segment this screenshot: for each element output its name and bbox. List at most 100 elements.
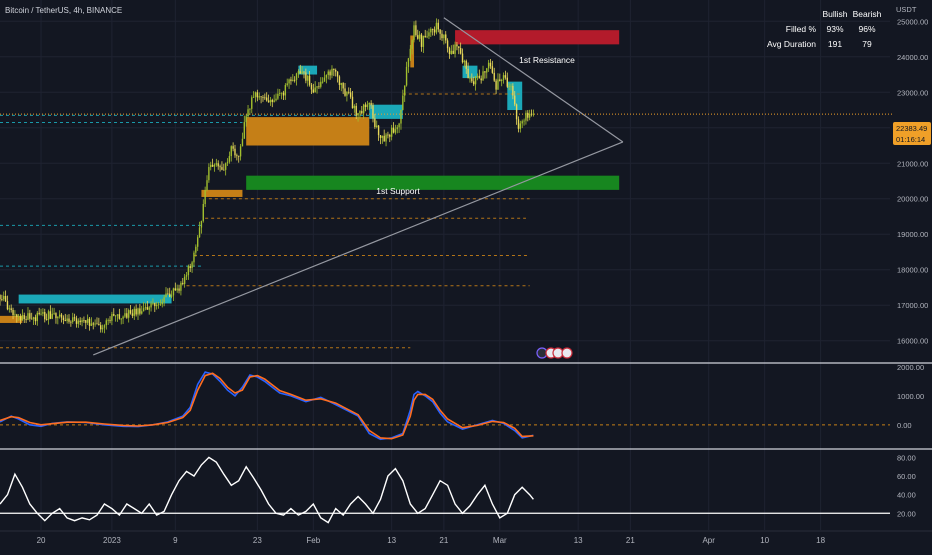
candle-body (118, 314, 121, 319)
candle-body (508, 86, 510, 87)
candle-body (448, 48, 451, 55)
candle-body (176, 288, 178, 291)
bearish-fvg-box (369, 104, 403, 119)
flag-icon[interactable] (561, 347, 573, 359)
candle-body (473, 81, 475, 85)
candle-body (260, 96, 262, 98)
candle-body (167, 293, 169, 295)
candle-body (1, 299, 3, 300)
candle-body (459, 47, 462, 54)
candle-body (349, 92, 352, 97)
candle-body (23, 315, 25, 320)
x-tick-label: Feb (306, 536, 320, 545)
candle-body (338, 76, 341, 85)
candle-body (55, 313, 57, 319)
candle-body (79, 320, 81, 323)
candle-body (277, 93, 279, 99)
candle-body (34, 317, 37, 322)
stats-cell: 93% (826, 24, 843, 34)
candle-body (163, 297, 165, 302)
candle-body (111, 314, 113, 321)
chart-title: Bitcoin / TetherUS, 4h, BINANCE (5, 6, 122, 15)
stats-cell: 79 (862, 39, 872, 49)
candle-body (137, 308, 139, 315)
candle-body (32, 317, 35, 320)
candle-body (159, 304, 162, 306)
candle-body (142, 308, 145, 312)
candle-body (431, 28, 434, 30)
candle-body (519, 123, 522, 129)
candle-body (223, 169, 225, 171)
candle-body (407, 58, 410, 67)
y-tick-label: 16000.00 (897, 337, 928, 346)
candle-body (232, 146, 234, 149)
oscillator-pane[interactable] (0, 456, 890, 524)
candle-body (66, 318, 68, 321)
price-tag-countdown: 01:16:14 (896, 135, 925, 144)
x-tick-label: 18 (816, 536, 825, 545)
candle-body (262, 97, 264, 98)
candle-body (8, 308, 11, 310)
candle-body (243, 122, 246, 139)
candle-body (499, 79, 501, 81)
price-axis[interactable]: 25000.0024000.0023000.0022000.0021000.00… (897, 17, 928, 518)
price-tag-value: 22383.49 (896, 124, 927, 133)
candle-body (366, 104, 369, 108)
candle-body (476, 75, 479, 77)
candle-body (307, 75, 309, 81)
candle-body (280, 92, 283, 94)
candle-body (70, 321, 72, 323)
y-tick-label: 60.00 (897, 472, 916, 481)
resistance-label: 1st Resistance (519, 55, 575, 65)
time-axis[interactable]: 20 2023 9 23 Feb 13 21 Mar 13 21 Apr 10 18 (37, 536, 826, 545)
y-tick-label: 24000.00 (897, 53, 928, 62)
candle-body (525, 112, 527, 121)
candle-body (211, 164, 214, 167)
momentum-pane[interactable] (0, 371, 890, 441)
current-price-tag[interactable]: 22383.49 01:16:14 (893, 122, 931, 145)
candle-body (144, 307, 147, 309)
candle-body (292, 79, 294, 81)
candle-body (495, 80, 497, 90)
candle-body (17, 316, 20, 318)
candle-body (504, 75, 507, 78)
candle-body (200, 220, 203, 228)
candle-body (290, 79, 292, 81)
candle-body (517, 119, 520, 129)
candle-body (297, 71, 300, 74)
x-tick-label: 13 (387, 536, 396, 545)
candle-body (359, 111, 361, 114)
candle-body (424, 35, 426, 38)
candle-body (14, 314, 16, 316)
event-icons[interactable] (536, 347, 573, 359)
candle-body (435, 22, 438, 33)
currency-label: USDT (896, 5, 917, 14)
candle-body (335, 70, 337, 72)
main-price-pane[interactable] (0, 17, 893, 356)
candle-body (127, 310, 130, 318)
candle-body (204, 189, 206, 204)
bearish-fvg-box (18, 294, 172, 304)
candle-body (420, 34, 423, 47)
bullish-fvg-box (246, 117, 370, 146)
stats-col-bearish: Bearish (853, 9, 882, 19)
candle-body (364, 104, 367, 108)
candle-body (387, 134, 389, 136)
candle-body (295, 73, 298, 80)
candle-body (146, 307, 149, 310)
candle-body (321, 81, 324, 83)
candle-body (486, 68, 488, 73)
candle-body (182, 282, 184, 284)
candle-body (512, 85, 514, 96)
candle-body (474, 76, 477, 85)
candle-body (430, 28, 432, 33)
chart-canvas[interactable]: 25000.0024000.0023000.0022000.0021000.00… (0, 0, 932, 550)
candle-body (336, 71, 339, 77)
candle-body (44, 312, 46, 320)
candle-body (77, 320, 80, 324)
candle-body (196, 237, 199, 247)
candle-body (267, 100, 270, 103)
candle-body (422, 35, 425, 47)
candle-body (161, 301, 163, 305)
candle-body (428, 32, 430, 37)
